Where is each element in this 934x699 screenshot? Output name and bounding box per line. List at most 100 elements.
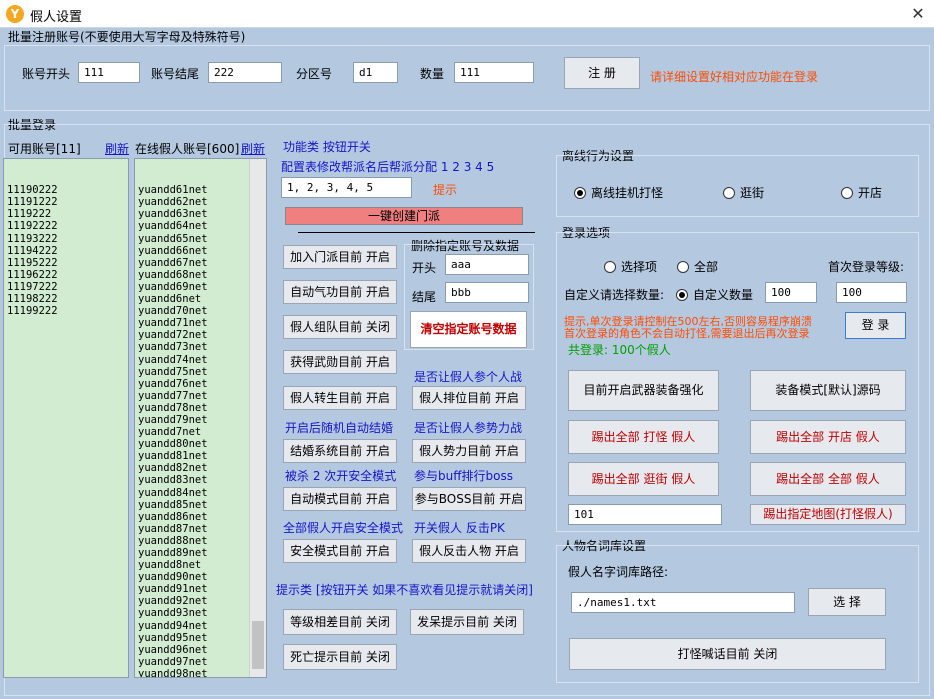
list-item[interactable]: yuandd87net [138, 523, 263, 535]
list-item[interactable]: 11193222 [7, 233, 125, 245]
kick-map-button[interactable]: 踢出指定地图(打怪假人) [750, 504, 906, 525]
marriage-button[interactable]: 结婚系统目前 开启 [283, 439, 397, 463]
get-merit-button[interactable]: 获得武勋目前 开启 [283, 350, 397, 374]
list-item[interactable]: yuandd75net [138, 366, 263, 378]
shout-button[interactable]: 打怪喊话目前 关闭 [569, 638, 886, 670]
start-input[interactable]: aaa [445, 254, 529, 275]
kick-all-button[interactable]: 踢出全部 全部 假人 [750, 462, 906, 496]
online-refresh-link[interactable]: 刷新 [241, 140, 265, 157]
zone-input[interactable]: d1 [353, 62, 398, 83]
auto-qigong-button[interactable]: 自动气功目前 开启 [283, 280, 397, 304]
custom-radio[interactable]: 自定义数量 [676, 286, 753, 303]
online-list-scrollbar[interactable] [249, 159, 266, 677]
list-item[interactable]: yuandd98net [138, 668, 263, 677]
join-faction-button[interactable]: 加入门派目前 开启 [283, 245, 397, 269]
list-item[interactable]: 11192222 [7, 220, 125, 232]
list-item[interactable]: 11199222 [7, 305, 125, 317]
list-item[interactable]: 11190222 [7, 184, 125, 196]
list-item[interactable]: yuandd92net [138, 595, 263, 607]
power-button[interactable]: 假人势力目前 开启 [412, 439, 526, 463]
clear-account-button[interactable]: 清空指定账号数据 [410, 311, 527, 348]
daze-tip-button[interactable]: 发呆提示目前 关闭 [410, 609, 524, 635]
list-item[interactable]: yuandd76net [138, 378, 263, 390]
counter-pk-button[interactable]: 假人反击人物 开启 [412, 539, 526, 563]
list-item[interactable]: yuandd90net [138, 571, 263, 583]
list-item[interactable]: yuandd65net [138, 233, 263, 245]
list-item[interactable]: yuandd82net [138, 462, 263, 474]
list-item[interactable]: yuandd97net [138, 656, 263, 668]
ranking-button[interactable]: 假人排位目前 开启 [412, 386, 526, 410]
list-item[interactable]: yuandd62net [138, 196, 263, 208]
death-tip-button[interactable]: 死亡提示目前 关闭 [283, 644, 397, 670]
first-level-input[interactable]: 100 [836, 282, 907, 303]
prefix-input[interactable]: 111 [78, 62, 140, 83]
list-item[interactable]: yuandd81net [138, 450, 263, 462]
list-item[interactable]: yuandd73net [138, 341, 263, 353]
list-item[interactable]: yuandd83net [138, 474, 263, 486]
list-item[interactable]: yuandd88net [138, 535, 263, 547]
end-input[interactable]: bbb [445, 282, 529, 303]
list-item[interactable]: 11191222 [7, 196, 125, 208]
kick-shop-button[interactable]: 踢出全部 开店 假人 [750, 420, 906, 454]
login-button[interactable]: 登 录 [845, 312, 906, 339]
list-item[interactable]: yuandd66net [138, 245, 263, 257]
list-item[interactable]: yuandd84net [138, 487, 263, 499]
online-accounts-list[interactable]: yuandd61net yuandd62net yuandd63net yuandd6… [134, 158, 267, 678]
list-item[interactable]: yuandd63net [138, 208, 263, 220]
list-item[interactable]: yuandd68net [138, 269, 263, 281]
map-id-input[interactable]: 101 [568, 504, 722, 525]
list-item[interactable]: yuandd61net [138, 184, 263, 196]
auto-mode-button[interactable]: 自动模式目前 开启 [283, 487, 397, 511]
list-item[interactable]: yuandd64net [138, 220, 263, 232]
list-item[interactable]: yuandd91net [138, 583, 263, 595]
weapon-enhance-button[interactable]: 目前开启武器装备强化 [568, 370, 719, 411]
list-item[interactable]: 1119222 [7, 208, 125, 220]
names-path-input[interactable]: ./names1.txt [571, 592, 795, 613]
list-item[interactable]: yuandd8net [138, 559, 263, 571]
list-item[interactable]: yuandd6net [138, 293, 263, 305]
offline-stroll-radio[interactable]: 逛街 [723, 184, 764, 201]
rebirth-button[interactable]: 假人转生目前 开启 [283, 386, 397, 410]
list-item[interactable]: yuandd80net [138, 438, 263, 450]
list-item[interactable]: yuandd86net [138, 511, 263, 523]
list-item[interactable]: yuandd69net [138, 281, 263, 293]
count-input[interactable]: 111 [454, 62, 534, 83]
list-item[interactable]: yuandd74net [138, 354, 263, 366]
list-item[interactable]: 11198222 [7, 293, 125, 305]
available-accounts-list[interactable]: 11190222 11191222 1119222 11192222 11193222 1… [3, 158, 129, 678]
create-faction-button[interactable]: 一键创建门派 [285, 207, 523, 225]
safe-mode-button[interactable]: 安全模式目前 开启 [283, 539, 397, 563]
suffix-input[interactable]: 222 [208, 62, 282, 83]
list-item[interactable]: yuandd89net [138, 547, 263, 559]
select-radio[interactable]: 选择项 [604, 258, 657, 275]
offline-shop-radio[interactable]: 开店 [841, 184, 882, 201]
list-item[interactable]: yuandd7net [138, 426, 263, 438]
register-button[interactable]: 注 册 [564, 57, 640, 89]
custom-count-input[interactable]: 100 [765, 282, 817, 303]
available-refresh-link[interactable]: 刷新 [105, 140, 129, 157]
list-item[interactable]: yuandd72net [138, 329, 263, 341]
list-item[interactable]: yuandd93net [138, 607, 263, 619]
list-item[interactable]: yuandd96net [138, 644, 263, 656]
faction-input[interactable]: 1, 2, 3, 4, 5 [281, 177, 412, 198]
list-item[interactable]: yuandd77net [138, 390, 263, 402]
list-item[interactable]: yuandd70net [138, 305, 263, 317]
list-item[interactable]: 11195222 [7, 257, 125, 269]
kick-stroll-button[interactable]: 踢出全部 逛街 假人 [568, 462, 719, 496]
select-file-button[interactable]: 选 择 [808, 588, 886, 616]
all-radio[interactable]: 全部 [677, 258, 718, 275]
scrollbar-thumb[interactable] [252, 621, 264, 669]
list-item[interactable]: yuandd95net [138, 632, 263, 644]
list-item[interactable]: yuandd71net [138, 317, 263, 329]
team-button[interactable]: 假人组队目前 关闭 [283, 315, 397, 339]
equip-mode-button[interactable]: 装备模式[默认]源码 [750, 370, 906, 411]
offline-afk-radio[interactable]: 离线挂机打怪 [574, 184, 663, 201]
kick-afk-button[interactable]: 踢出全部 打怪 假人 [568, 420, 719, 454]
list-item[interactable]: yuandd78net [138, 402, 263, 414]
list-item[interactable]: yuandd67net [138, 257, 263, 269]
list-item[interactable]: yuandd94net [138, 620, 263, 632]
list-item[interactable]: 11197222 [7, 281, 125, 293]
list-item[interactable]: yuandd79net [138, 414, 263, 426]
list-item[interactable]: yuandd85net [138, 499, 263, 511]
close-icon[interactable]: ✕ [906, 2, 930, 26]
